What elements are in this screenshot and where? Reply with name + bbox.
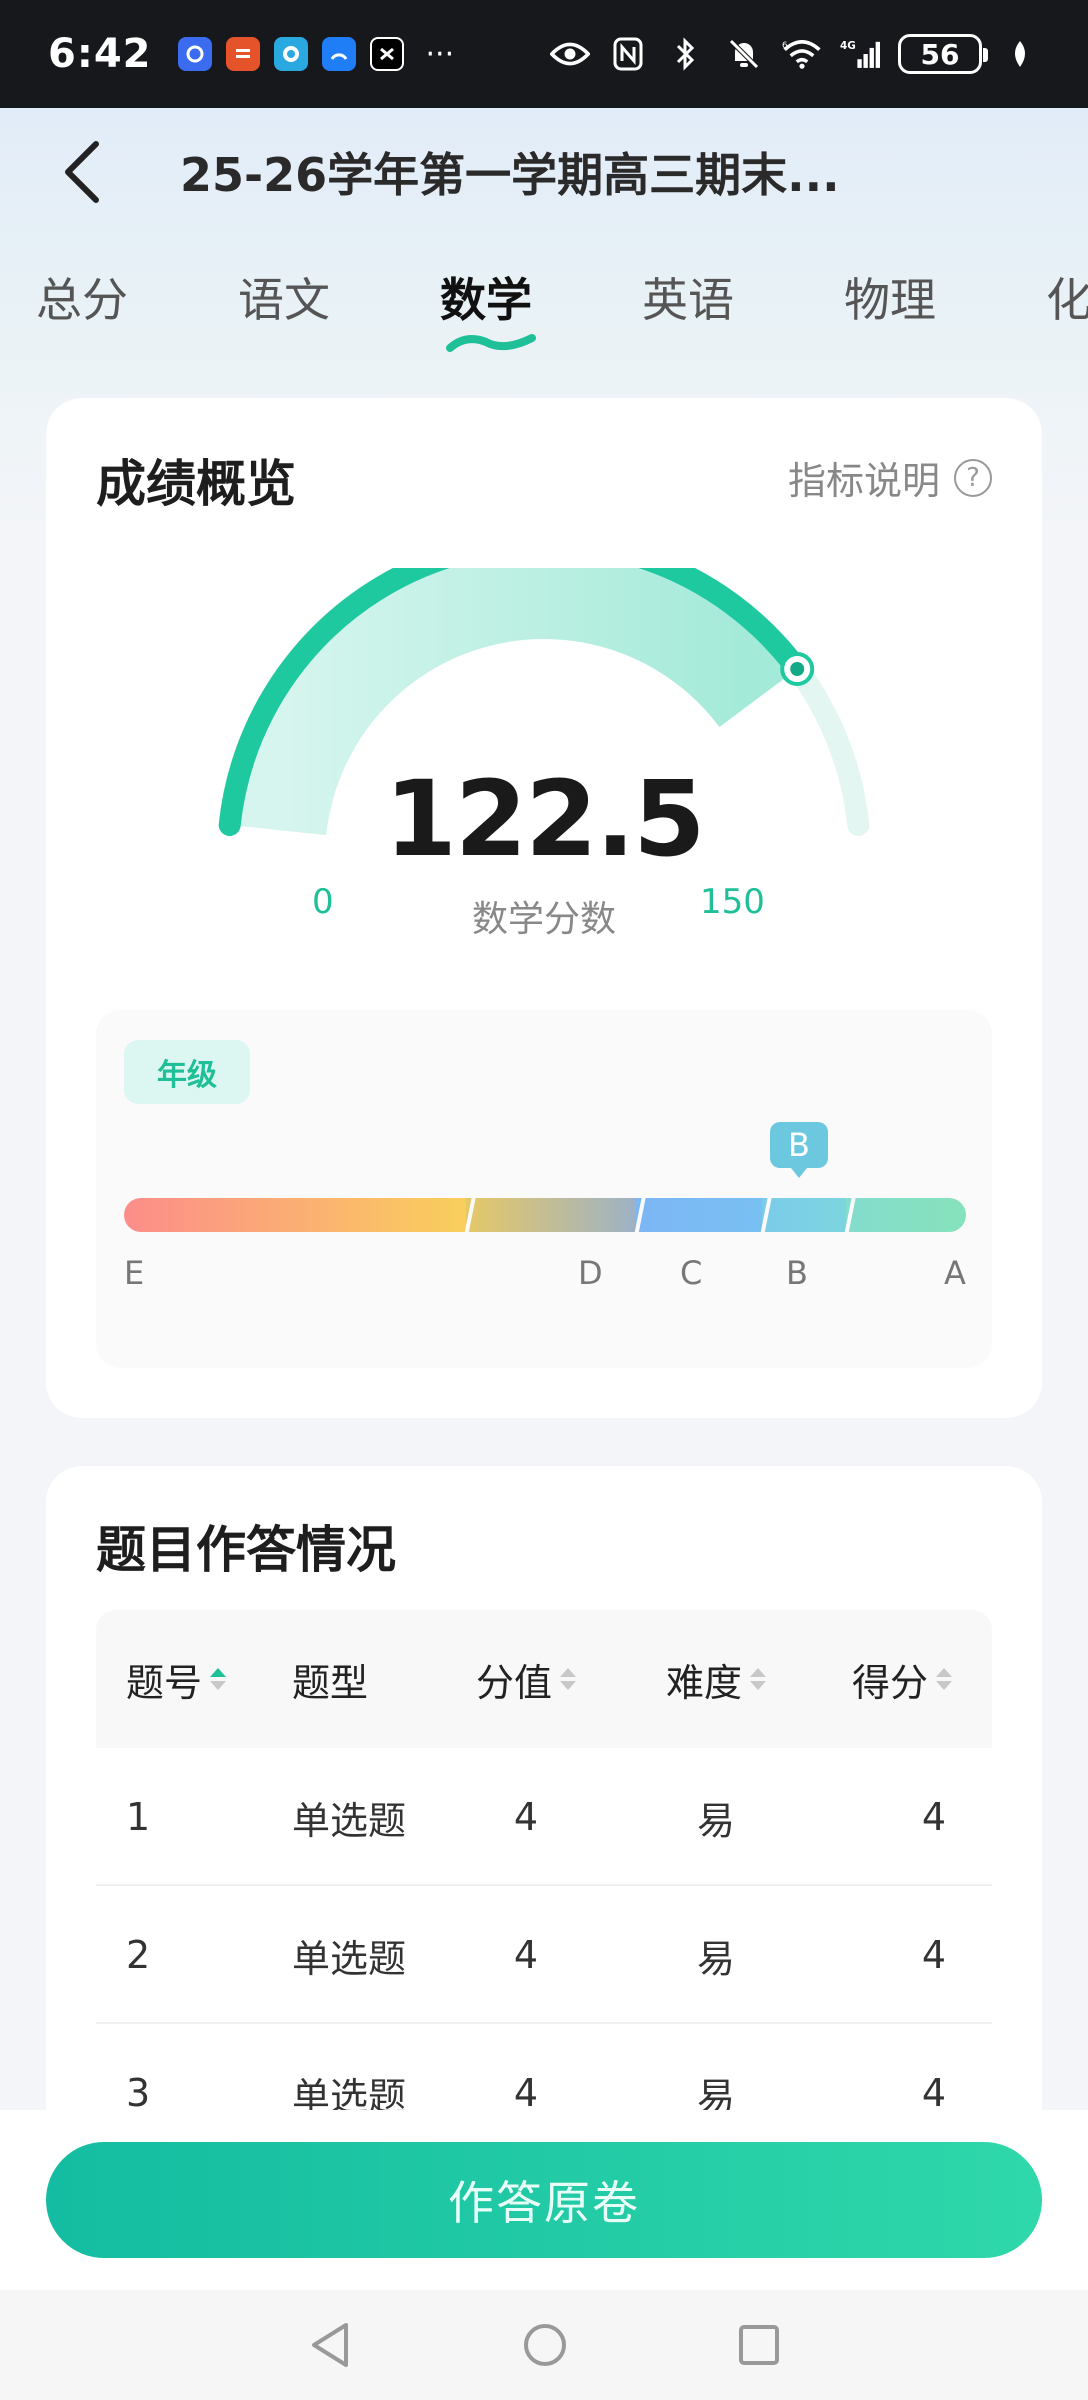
sort-icon xyxy=(210,1668,227,1690)
column-header-difficulty[interactable]: 难度 xyxy=(626,1610,806,1748)
sort-icon xyxy=(750,1668,766,1690)
subject-tabs: 总分 语文 数学 英语 物理 化 xyxy=(0,244,1088,354)
column-header-label: 难度 xyxy=(665,1660,742,1705)
svg-text:4G: 4G xyxy=(840,40,856,52)
notification-icons: ··· xyxy=(177,36,455,72)
column-header-label: 得分 xyxy=(851,1660,928,1705)
app-notification-icon xyxy=(177,37,212,71)
active-tab-indicator xyxy=(446,334,536,352)
gauge-max-label: 150 xyxy=(700,882,765,922)
chevron-left-icon xyxy=(65,141,99,203)
eye-icon xyxy=(550,34,590,74)
table-row[interactable]: 2 单选题 4 易 4 xyxy=(96,1886,992,2024)
grade-segment-e xyxy=(124,1198,466,1232)
more-notifications: ··· xyxy=(425,36,455,72)
wifi-icon: 6 xyxy=(782,34,822,74)
metric-explanation-link[interactable]: 指标说明 ? xyxy=(788,450,992,505)
mute-bell-icon xyxy=(724,34,764,74)
tab-chemistry[interactable]: 化 xyxy=(1046,264,1088,330)
top-nav: 25-26学年第一学期高三期末... xyxy=(0,108,1088,236)
nav-back-icon[interactable] xyxy=(308,2321,352,2369)
grade-scope-tag: 年级 xyxy=(124,1040,250,1104)
grade-letter-b: B xyxy=(786,1254,808,1292)
column-header-label: 题号 xyxy=(126,1660,203,1705)
app-notification-icon xyxy=(273,37,308,71)
tab-math[interactable]: 数学 xyxy=(440,264,532,330)
nav-recents-icon[interactable] xyxy=(738,2324,780,2366)
grade-segment-d xyxy=(466,1198,636,1232)
score-label: 数学分数 xyxy=(471,899,616,940)
column-header-label: 分值 xyxy=(475,1660,552,1705)
table-row[interactable]: 1 单选题 4 易 4 xyxy=(96,1748,992,1886)
tab-total[interactable]: 总分 xyxy=(36,264,128,330)
overview-title: 成绩概览 xyxy=(96,455,296,513)
grade-bar xyxy=(124,1198,966,1232)
column-header-label: 题型 xyxy=(292,1660,369,1705)
page-title: 25-26学年第一学期高三期末... xyxy=(180,148,840,202)
sort-icon xyxy=(560,1668,576,1690)
column-header-score[interactable]: 得分 xyxy=(816,1610,976,1748)
score-overview-card: 成绩概览 指标说明 ? 122.5 0 数学分数 150 年级 B E D C … xyxy=(46,398,1042,1418)
grade-letter-e: E xyxy=(124,1254,145,1292)
cell-points: 4 xyxy=(513,1795,539,1839)
cell-number: 2 xyxy=(126,1933,151,1977)
column-header-type: 题型 xyxy=(292,1610,368,1748)
answers-title: 题目作答情况 xyxy=(96,1521,396,1579)
cell-difficulty: 易 xyxy=(696,1936,735,1981)
svg-text:6: 6 xyxy=(782,41,788,51)
grade-marker: B xyxy=(770,1122,828,1178)
app-notification-icon xyxy=(369,37,404,71)
answers-table: 题号 题型 分值 难度 得分 1 单选题 4 易 4 2 单选题 4 易 4 3… xyxy=(96,1610,992,2162)
status-time: 6:42 xyxy=(48,31,152,77)
grade-panel: 年级 B E D C B A xyxy=(96,1010,992,1368)
nav-home-icon[interactable] xyxy=(522,2322,568,2368)
cell-difficulty: 易 xyxy=(696,1798,735,1843)
tab-english[interactable]: 英语 xyxy=(642,264,734,330)
metric-explanation-label: 指标说明 xyxy=(787,459,940,503)
question-mark-icon: ? xyxy=(954,458,992,497)
cell-type: 单选题 xyxy=(292,1936,407,1981)
grade-segment-a xyxy=(846,1198,966,1232)
view-answer-sheet-button[interactable]: 作答原卷 xyxy=(46,2142,1042,2258)
table-header: 题号 题型 分值 难度 得分 xyxy=(96,1610,992,1748)
grade-letter-d: D xyxy=(578,1254,603,1292)
tab-chinese[interactable]: 语文 xyxy=(238,264,330,330)
grade-segment-b xyxy=(762,1198,846,1232)
back-button[interactable] xyxy=(22,108,142,236)
cellular-signal-icon: 4G xyxy=(840,34,880,74)
grade-letter-a: A xyxy=(944,1254,966,1292)
app-notification-icon xyxy=(321,37,356,71)
cell-number: 1 xyxy=(126,1795,151,1839)
status-bar: 6:42 ··· 6 4G 56 xyxy=(0,0,1088,108)
battery-indicator: 56 xyxy=(898,34,988,74)
bluetooth-icon xyxy=(666,34,706,74)
bottom-action-bar: 作答原卷 xyxy=(0,2110,1088,2290)
cell-points: 4 xyxy=(513,1933,539,1977)
gauge-value-marker-center xyxy=(790,662,805,676)
system-navigation-bar xyxy=(0,2290,1088,2400)
grade-letter-c: C xyxy=(680,1254,703,1292)
cell-type: 单选题 xyxy=(292,1798,407,1843)
tab-physics[interactable]: 物理 xyxy=(844,264,936,330)
cell-score: 4 xyxy=(921,1795,946,1839)
nfc-icon xyxy=(608,34,648,74)
score-value: 122.5 xyxy=(384,758,706,880)
cell-score: 4 xyxy=(921,1933,946,1977)
sort-icon xyxy=(936,1668,952,1690)
column-header-points[interactable]: 分值 xyxy=(456,1610,596,1748)
app-notification-icon xyxy=(225,37,260,71)
leaf-icon xyxy=(1000,34,1040,74)
grade-segment-c xyxy=(636,1198,762,1232)
column-header-number[interactable]: 题号 xyxy=(126,1610,227,1748)
